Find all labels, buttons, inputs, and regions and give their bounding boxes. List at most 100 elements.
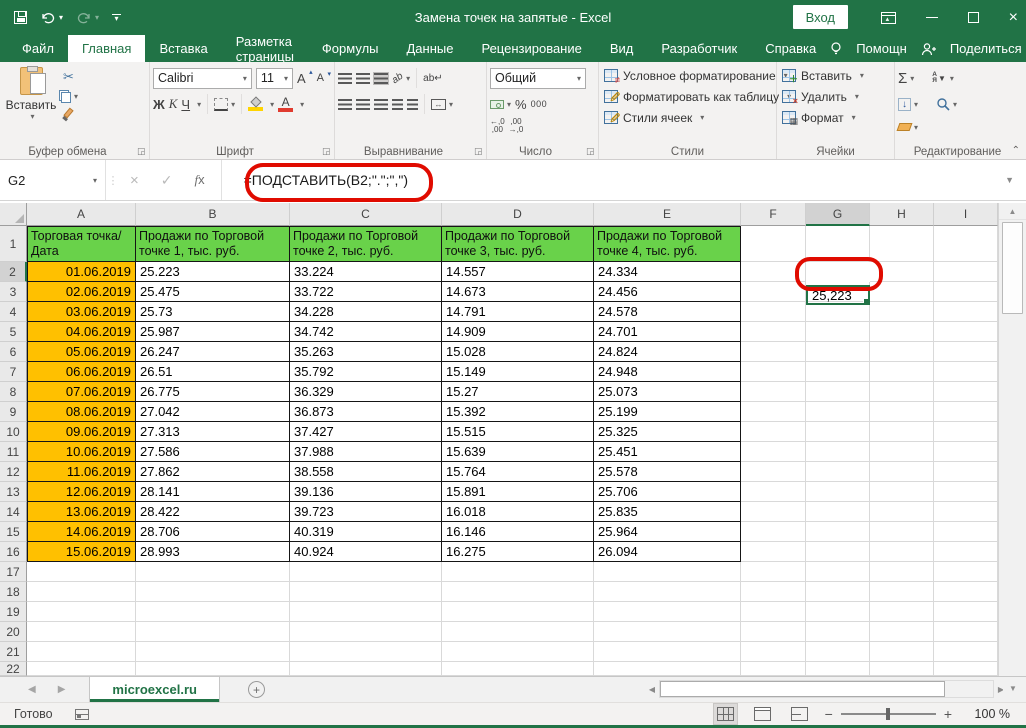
cell-C9[interactable]: 36.873: [290, 402, 442, 422]
italic-button[interactable]: К: [169, 96, 178, 112]
align-top-button[interactable]: [338, 72, 352, 84]
row-header-17[interactable]: 17: [0, 562, 27, 582]
minimize-icon[interactable]: [925, 17, 938, 18]
font-size-combo[interactable]: 11 ▾: [255, 67, 293, 89]
clipboard-dialog-launcher[interactable]: ◲: [136, 146, 146, 157]
cell-I11[interactable]: [934, 442, 998, 462]
save-icon[interactable]: [14, 11, 27, 24]
normal-view-button[interactable]: [712, 703, 738, 725]
cell-E8[interactable]: 25.073: [594, 382, 741, 402]
cell-I22[interactable]: [934, 662, 998, 676]
cell-H21[interactable]: [870, 642, 934, 662]
cell-H4[interactable]: [870, 302, 934, 322]
cell-D14[interactable]: 16.018: [442, 502, 594, 522]
cell-C1[interactable]: Продажи по Торговой точке 2, тыс. руб.: [290, 226, 442, 262]
cell-I17[interactable]: [934, 562, 998, 582]
tab-assistant[interactable]: Помощн: [850, 41, 913, 56]
tab-view[interactable]: Вид: [596, 35, 648, 62]
cell-B13[interactable]: 28.141: [136, 482, 290, 502]
cell-D7[interactable]: 15.149: [442, 362, 594, 382]
collapse-ribbon-button[interactable]: ⌃: [1012, 145, 1020, 156]
accounting-format-button[interactable]: ▾: [490, 99, 511, 109]
cell-A15[interactable]: 14.06.2019: [27, 522, 136, 542]
row-header-18[interactable]: 18: [0, 582, 27, 602]
insert-function-icon[interactable]: fx: [195, 172, 205, 188]
cell-G20[interactable]: [806, 622, 870, 642]
cell-D16[interactable]: 16.275: [442, 542, 594, 562]
cell-B21[interactable]: [136, 642, 290, 662]
cell-C16[interactable]: 40.924: [290, 542, 442, 562]
cell-C18[interactable]: [290, 582, 442, 602]
cell-F18[interactable]: [741, 582, 806, 602]
cell-B16[interactable]: 28.993: [136, 542, 290, 562]
sort-filter-button[interactable]: АЯ ▼ ▾: [932, 71, 954, 84]
cell-F4[interactable]: [741, 302, 806, 322]
cell-A18[interactable]: [27, 582, 136, 602]
cell-H3[interactable]: [870, 282, 934, 302]
font-dialog-launcher[interactable]: ◲: [321, 146, 331, 157]
cell-D20[interactable]: [442, 622, 594, 642]
cell-D3[interactable]: 14.673: [442, 282, 594, 302]
paste-button[interactable]: Вставить ▾: [3, 65, 59, 121]
cell-H10[interactable]: [870, 422, 934, 442]
row-header-7[interactable]: 7: [0, 362, 27, 382]
cell-I9[interactable]: [934, 402, 998, 422]
cell-H7[interactable]: [870, 362, 934, 382]
cell-A11[interactable]: 10.06.2019: [27, 442, 136, 462]
cell-H12[interactable]: [870, 462, 934, 482]
tab-page-layout[interactable]: Разметка страницы: [222, 34, 308, 64]
cell-I3[interactable]: [934, 282, 998, 302]
align-left-button[interactable]: [338, 98, 352, 110]
cell-C15[interactable]: 40.319: [290, 522, 442, 542]
cell-C2[interactable]: 33.224: [290, 262, 442, 282]
cell-I20[interactable]: [934, 622, 998, 642]
cell-D8[interactable]: 15.27: [442, 382, 594, 402]
cell-G14[interactable]: [806, 502, 870, 522]
tab-developer[interactable]: Разработчик: [647, 35, 751, 62]
cell-D12[interactable]: 15.764: [442, 462, 594, 482]
cell-H13[interactable]: [870, 482, 934, 502]
cell-H11[interactable]: [870, 442, 934, 462]
cell-B4[interactable]: 25.73: [136, 302, 290, 322]
cell-A1[interactable]: Торговая точка/ Дата: [27, 226, 136, 262]
select-all-corner[interactable]: [0, 203, 27, 226]
cell-D19[interactable]: [442, 602, 594, 622]
cell-F11[interactable]: [741, 442, 806, 462]
cell-D4[interactable]: 14.791: [442, 302, 594, 322]
cell-F2[interactable]: [741, 262, 806, 282]
cell-C13[interactable]: 39.136: [290, 482, 442, 502]
cell-F14[interactable]: [741, 502, 806, 522]
horizontal-scrollbar-thumb[interactable]: [660, 681, 945, 697]
alignment-dialog-launcher[interactable]: ◲: [473, 146, 483, 157]
page-break-view-button[interactable]: [788, 704, 811, 724]
active-cell-G2[interactable]: 25,223: [806, 285, 870, 305]
row-header-15[interactable]: 15: [0, 522, 27, 542]
cell-F3[interactable]: [741, 282, 806, 302]
format-as-table-button[interactable]: 🖉 Форматировать как таблицу▾: [602, 86, 791, 107]
row-header-14[interactable]: 14: [0, 502, 27, 522]
cell-H1[interactable]: [870, 226, 934, 262]
cell-I8[interactable]: [934, 382, 998, 402]
cell-C10[interactable]: 37.427: [290, 422, 442, 442]
cell-C5[interactable]: 34.742: [290, 322, 442, 342]
cell-E1[interactable]: Продажи по Торговой точке 4, тыс. руб.: [594, 226, 741, 262]
cell-H22[interactable]: [870, 662, 934, 676]
cell-D11[interactable]: 15.639: [442, 442, 594, 462]
scroll-down-icon[interactable]: ▼: [1003, 680, 1023, 697]
cell-B5[interactable]: 25.987: [136, 322, 290, 342]
cell-I15[interactable]: [934, 522, 998, 542]
format-painter-button[interactable]: [59, 107, 78, 119]
cell-E4[interactable]: 24.578: [594, 302, 741, 322]
cell-F6[interactable]: [741, 342, 806, 362]
cell-E21[interactable]: [594, 642, 741, 662]
shrink-font-button[interactable]: А: [317, 70, 332, 84]
cell-C4[interactable]: 34.228: [290, 302, 442, 322]
cell-F8[interactable]: [741, 382, 806, 402]
cell-I18[interactable]: [934, 582, 998, 602]
zoom-slider[interactable]: [840, 708, 936, 720]
row-header-11[interactable]: 11: [0, 442, 27, 462]
scroll-left-icon[interactable]: ◀: [645, 680, 659, 698]
cell-C7[interactable]: 35.792: [290, 362, 442, 382]
delete-cells-button[interactable]: × Удалить ▾: [780, 86, 891, 107]
align-bottom-button[interactable]: [373, 71, 389, 85]
